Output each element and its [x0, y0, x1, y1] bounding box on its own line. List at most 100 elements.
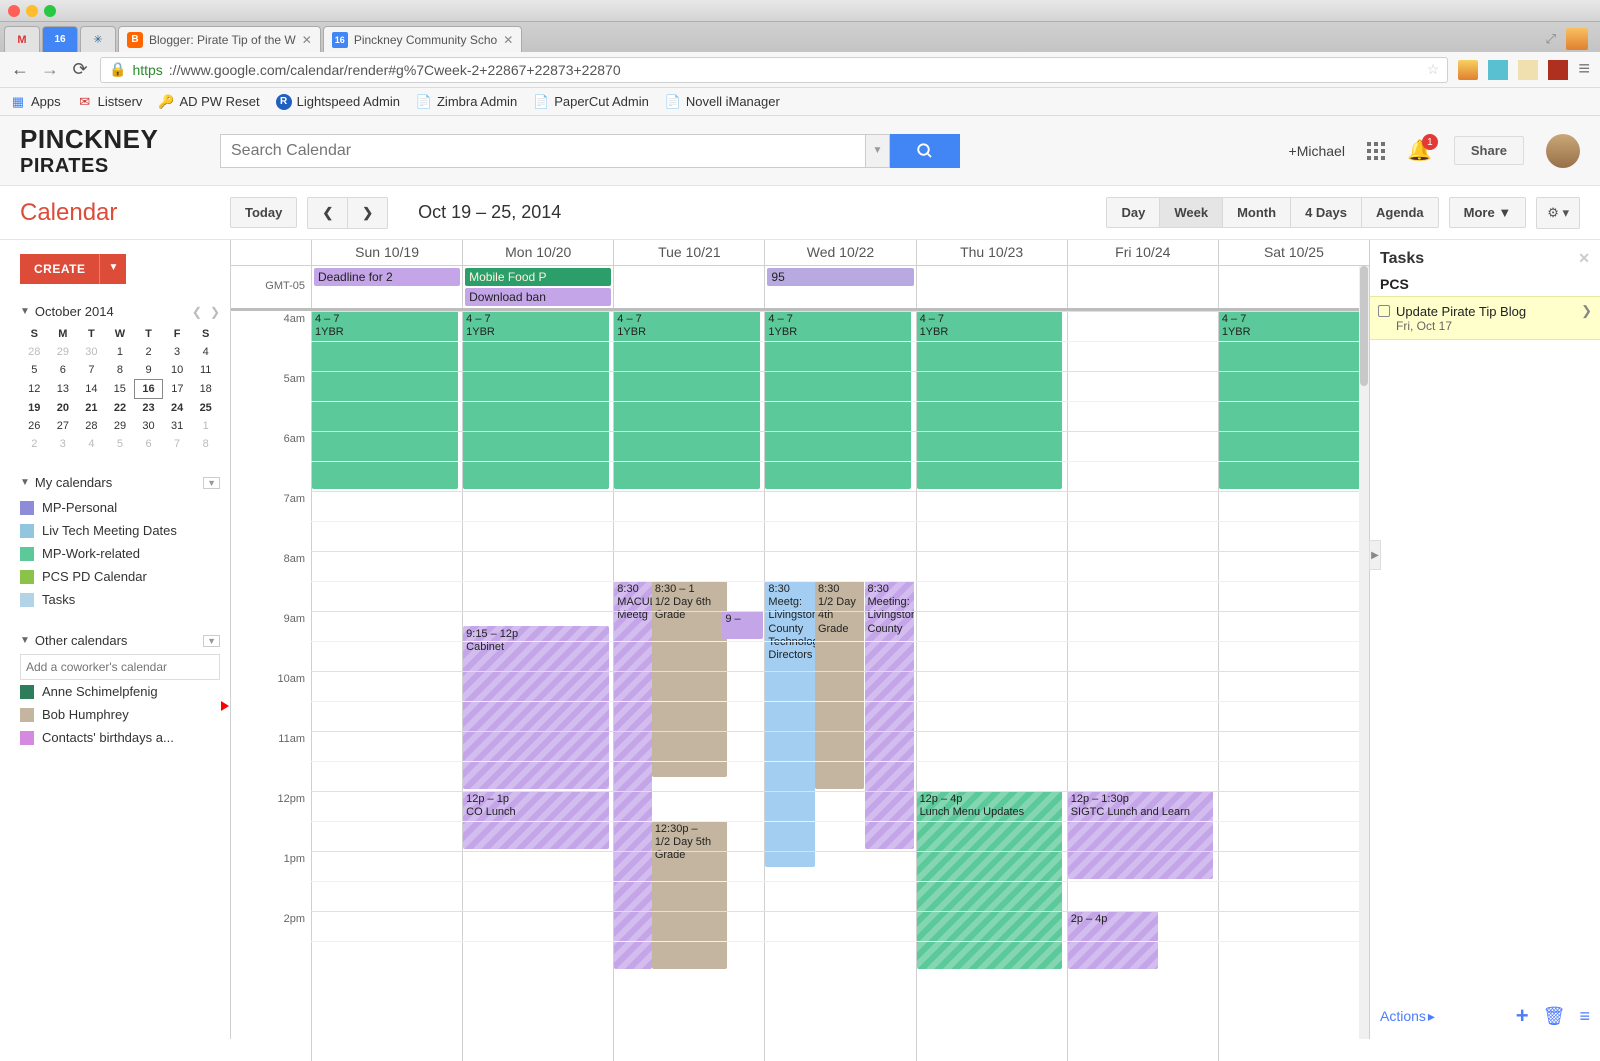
profile-avatar-icon[interactable]	[1566, 28, 1588, 50]
minical-day[interactable]: 7	[163, 435, 192, 453]
pinned-tab-joomla[interactable]: ✳	[80, 26, 116, 52]
bookmark-novell[interactable]: 📄Novell iManager	[665, 94, 780, 110]
calendar-item[interactable]: Anne Schimelpfenig	[20, 680, 220, 703]
allday-cell[interactable]	[1218, 266, 1369, 308]
nav-back-button[interactable]: ←	[10, 60, 30, 80]
calendar-event[interactable]: 8:30Meetg: Livingston County Technology …	[765, 581, 815, 867]
allday-event[interactable]: Download ban	[465, 288, 611, 306]
task-checkbox[interactable]	[1378, 305, 1390, 317]
view-button-month[interactable]: Month	[1223, 197, 1291, 228]
bookmark-lightspeed[interactable]: RLightspeed Admin	[276, 94, 400, 110]
search-dropdown-button[interactable]: ▼	[866, 134, 890, 168]
pinned-tab-gmail[interactable]: M	[4, 26, 40, 52]
minical-day[interactable]: 14	[77, 380, 106, 399]
tasks-actions-button[interactable]: Actions▸	[1380, 1008, 1435, 1025]
minical-day[interactable]: 12	[20, 380, 49, 399]
calendar-event[interactable]: 4 – 71YBR	[765, 311, 911, 489]
minical-day[interactable]: 2	[134, 343, 163, 361]
search-button[interactable]	[890, 134, 960, 168]
calendar-event[interactable]: 8:301/2 Day 4th Grade	[815, 581, 865, 789]
task-add-icon[interactable]: +	[1516, 1003, 1529, 1029]
allday-cell[interactable]	[1067, 266, 1218, 308]
vertical-scrollbar[interactable]	[1359, 266, 1369, 1039]
day-header[interactable]: Thu 10/23	[916, 240, 1067, 265]
day-column[interactable]: 4 – 71YBR	[1218, 311, 1369, 1061]
calendar-item[interactable]: MP-Work-related	[20, 542, 220, 565]
minical-day[interactable]: 18	[191, 380, 220, 399]
minical-day[interactable]: 15	[106, 380, 135, 399]
pinned-tab-calendar[interactable]: 16	[42, 26, 78, 52]
minical-day[interactable]: 21	[77, 399, 106, 418]
minical-day[interactable]: 4	[77, 435, 106, 453]
minical-day[interactable]: 8	[191, 435, 220, 453]
minical-prev[interactable]: ❮	[192, 305, 202, 319]
day-column[interactable]: 12p – 1:30pSIGTC Lunch and Learn2p – 4p	[1067, 311, 1218, 1061]
minical-day[interactable]: 31	[163, 417, 192, 435]
minical-day[interactable]: 10	[163, 361, 192, 380]
minical-day[interactable]: 19	[20, 399, 49, 418]
calendar-event[interactable]: 2p – 4p	[1068, 911, 1158, 969]
create-dropdown-icon[interactable]: ▼	[99, 254, 126, 284]
allday-event[interactable]: Mobile Food P	[465, 268, 611, 286]
calendar-event[interactable]: 9 –	[722, 611, 763, 639]
collapse-icon[interactable]: ▼	[20, 306, 30, 317]
calendar-event[interactable]: 9:15 – 12pCabinet	[463, 626, 609, 789]
today-button[interactable]: Today	[230, 197, 297, 228]
minical-day[interactable]: 4	[191, 343, 220, 361]
chrome-menu-icon[interactable]: ≡	[1578, 58, 1590, 81]
minical-day[interactable]: 6	[134, 435, 163, 453]
extension-icon-4[interactable]	[1548, 60, 1568, 80]
browser-tab-blogger[interactable]: B Blogger: Pirate Tip of the W ✕	[118, 26, 321, 52]
day-column[interactable]: 4 – 71YBR 8:30Meetg: Livingston County Te…	[764, 311, 915, 1061]
minical-day[interactable]: 8	[106, 361, 135, 380]
minical-day[interactable]: 20	[49, 399, 78, 418]
minical-day[interactable]: 3	[49, 435, 78, 453]
calendar-brand[interactable]: Calendar	[20, 199, 220, 227]
minical-next[interactable]: ❯	[210, 305, 220, 319]
minical-day[interactable]: 26	[20, 417, 49, 435]
scrollbar-thumb[interactable]	[1360, 266, 1368, 386]
minical-day[interactable]: 22	[106, 399, 135, 418]
minical-day[interactable]: 5	[106, 435, 135, 453]
collapse-icon[interactable]: ▼	[20, 635, 30, 646]
view-button-agenda[interactable]: Agenda	[1362, 197, 1439, 228]
extension-icon-3[interactable]	[1518, 60, 1538, 80]
calendar-event[interactable]: 12p – 1pCO Lunch	[463, 791, 609, 849]
extension-icon-1[interactable]	[1458, 60, 1478, 80]
allday-cell[interactable]	[613, 266, 764, 308]
day-header[interactable]: Tue 10/21	[613, 240, 764, 265]
notifications-button[interactable]: 🔔1	[1407, 138, 1432, 163]
create-event-button[interactable]: CREATE ▼	[20, 254, 220, 284]
settings-button[interactable]: ⚙ ▾	[1536, 197, 1580, 229]
bookmark-zimbra[interactable]: 📄Zimbra Admin	[416, 94, 517, 110]
window-close-icon[interactable]	[8, 5, 20, 17]
calendar-item[interactable]: Bob Humphrey	[20, 703, 220, 726]
more-button[interactable]: More ▼	[1449, 197, 1527, 228]
day-header[interactable]: Fri 10/24	[1067, 240, 1218, 265]
minical-day[interactable]: 13	[49, 380, 78, 399]
minical-day[interactable]: 30	[77, 343, 106, 361]
tab-close-icon[interactable]: ✕	[503, 33, 513, 47]
minical-day[interactable]: 7	[77, 361, 106, 380]
minical-day[interactable]: 16	[134, 380, 163, 399]
task-delete-icon[interactable]: 🗑	[1543, 1006, 1566, 1027]
calendar-event[interactable]: 12:30p –1/2 Day 5th Grade	[652, 821, 727, 969]
day-header[interactable]: Mon 10/20	[462, 240, 613, 265]
calendar-event[interactable]: 4 – 71YBR	[917, 311, 1063, 489]
view-button-4days[interactable]: 4 Days	[1291, 197, 1362, 228]
account-avatar[interactable]	[1546, 134, 1580, 168]
calendar-event[interactable]: 12p – 4pLunch Menu Updates	[917, 791, 1063, 969]
org-logo[interactable]: PINCKNEY PIRATES	[20, 124, 220, 178]
calendar-item[interactable]: Contacts' birthdays a...	[20, 726, 220, 749]
tasks-close-icon[interactable]: ✕	[1578, 250, 1590, 268]
minical-day[interactable]: 5	[20, 361, 49, 380]
allday-event[interactable]: 95	[767, 268, 913, 286]
allday-cell[interactable]: Deadline for 2	[311, 266, 462, 308]
day-column[interactable]: 4 – 71YBR	[311, 311, 462, 1061]
bookmark-star-icon[interactable]: ☆	[1427, 61, 1440, 78]
bookmark-apps[interactable]: ▦Apps	[10, 94, 61, 110]
section-menu-icon[interactable]: ▼	[203, 635, 220, 647]
calendar-item[interactable]: MP-Personal	[20, 496, 220, 519]
time-grid[interactable]: 4am5am6am7am8am9am10am11am12pm1pm2pm 4 –…	[231, 311, 1369, 1061]
collapse-icon[interactable]: ▼	[20, 477, 30, 488]
